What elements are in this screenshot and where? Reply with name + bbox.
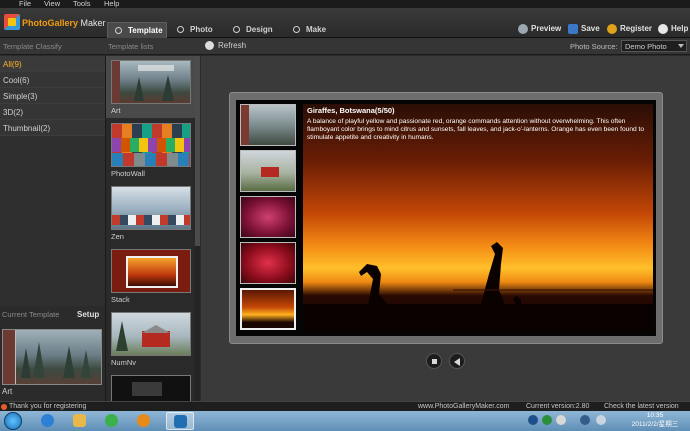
clock-time: 10:35 xyxy=(646,412,664,419)
folder-icon xyxy=(73,414,86,427)
start-button[interactable] xyxy=(4,412,22,430)
save-button[interactable]: Save xyxy=(568,24,600,34)
template-item-numnv[interactable]: NumNv xyxy=(106,308,196,370)
template-thumbnail xyxy=(111,186,191,230)
sub-toolbar: Template Classify Template lists Refresh… xyxy=(0,38,690,55)
tab-template[interactable]: Template xyxy=(107,22,167,38)
info-icon xyxy=(1,404,7,410)
template-thumbnail xyxy=(111,375,191,401)
taskbar-explorer[interactable] xyxy=(66,412,94,430)
status-bar: Thank you for registering www.PhotoGalle… xyxy=(0,401,690,411)
category-item-3d[interactable]: 3D(2) xyxy=(0,104,105,120)
help-button[interactable]: Help xyxy=(658,24,688,34)
save-icon xyxy=(568,24,578,34)
photogallerymaker-icon xyxy=(174,415,187,428)
template-item-art[interactable]: Art xyxy=(106,56,196,118)
stop-button[interactable] xyxy=(426,353,442,369)
app-name: PhotoGallery Maker xyxy=(22,18,106,28)
filmstrip-thumb[interactable] xyxy=(240,242,296,284)
category-item-all[interactable]: All(9) xyxy=(0,56,105,72)
tab-design[interactable]: Design xyxy=(226,22,284,38)
menu-file[interactable]: File xyxy=(19,0,31,8)
tab-photo[interactable]: Photo xyxy=(170,22,220,38)
template-list-scrollbar[interactable] xyxy=(195,56,200,401)
template-list: Art PhotoWall Zen Stack NumNv xyxy=(105,56,196,401)
gallery-stage: Giraffes, Botswana(5/50) A balance of pl… xyxy=(236,100,656,336)
website-link[interactable]: www.PhotoGalleryMaker.com xyxy=(418,403,509,410)
refresh-button[interactable]: Refresh xyxy=(205,41,246,50)
register-icon xyxy=(607,24,617,34)
current-template-label: Current Template xyxy=(2,310,60,319)
current-template-name: Art xyxy=(2,387,13,396)
caption-body: A balance of playful yellow and passiona… xyxy=(307,118,644,142)
template-item-stack[interactable]: Stack xyxy=(106,245,196,307)
app-header: PhotoGallery Maker Template Photo Design… xyxy=(0,8,690,38)
scrollbar-thumb[interactable] xyxy=(195,56,200,246)
template-item-zen[interactable]: Zen xyxy=(106,182,196,244)
preview-button[interactable]: Preview xyxy=(518,24,561,34)
volume-button[interactable] xyxy=(449,353,465,369)
tray-icon[interactable] xyxy=(556,415,566,425)
category-list: All(9) Cool(6) Simple(3) 3D(2) Thumbnail… xyxy=(0,56,105,306)
current-template-thumbnail xyxy=(2,329,102,385)
menu-tools[interactable]: Tools xyxy=(73,0,91,8)
photo-source-label: Photo Source: xyxy=(570,42,618,51)
tray-icon[interactable] xyxy=(542,415,552,425)
menu-help[interactable]: Help xyxy=(104,0,119,8)
menu-bar: File View Tools Help xyxy=(0,0,690,8)
template-thumbnail xyxy=(111,249,191,293)
current-version: Current version:2.80 xyxy=(526,403,590,410)
taskbar-ie[interactable] xyxy=(34,412,62,430)
template-thumbnail xyxy=(111,312,191,356)
photo-source-select[interactable]: Demo Photo xyxy=(621,40,687,52)
main-photo: Giraffes, Botswana(5/50) A balance of pl… xyxy=(303,104,653,332)
menu-view[interactable]: View xyxy=(44,0,60,8)
status-message: Thank you for registering xyxy=(9,403,87,410)
refresh-icon xyxy=(205,41,214,50)
template-item-partial[interactable] xyxy=(106,371,196,401)
help-icon xyxy=(658,24,668,34)
template-classify-label: Template Classify xyxy=(3,42,62,51)
taskbar-clock[interactable]: 10:35 2011/2/2/星期三 xyxy=(622,411,688,429)
clock-date: 2011/2/2/星期三 xyxy=(631,421,679,428)
gallery-frame: Giraffes, Botswana(5/50) A balance of pl… xyxy=(229,92,663,344)
taskbar-media[interactable] xyxy=(98,412,126,430)
taskbar-photogallerymaker[interactable] xyxy=(166,412,194,430)
preview-area: Giraffes, Botswana(5/50) A balance of pl… xyxy=(201,56,690,401)
tab-make[interactable]: Make xyxy=(286,22,336,38)
ie-icon xyxy=(41,414,54,427)
template-thumbnail xyxy=(111,123,191,167)
template-lists-label: Template lists xyxy=(108,42,154,51)
preview-icon xyxy=(518,24,528,34)
volume-icon[interactable] xyxy=(596,415,606,425)
category-item-cool[interactable]: Cool(6) xyxy=(0,72,105,88)
app-logo-icon xyxy=(4,14,20,30)
make-icon xyxy=(293,26,300,33)
network-icon[interactable] xyxy=(580,415,590,425)
taskbar-player[interactable] xyxy=(130,412,158,430)
filmstrip-thumb-selected[interactable] xyxy=(240,288,296,330)
setup-button[interactable]: Setup xyxy=(77,310,99,319)
template-icon xyxy=(115,27,122,34)
template-thumbnail xyxy=(111,60,191,104)
photo-icon xyxy=(177,26,184,33)
chevron-down-icon xyxy=(678,44,684,48)
category-item-simple[interactable]: Simple(3) xyxy=(0,88,105,104)
caption-title: Giraffes, Botswana(5/50) xyxy=(307,106,395,115)
check-version-link[interactable]: Check the latest version xyxy=(604,403,679,410)
design-icon xyxy=(233,26,240,33)
template-item-photowall[interactable]: PhotoWall xyxy=(106,119,196,181)
windows-taskbar: 10:35 2011/2/2/星期三 xyxy=(0,411,690,431)
player-icon xyxy=(137,414,150,427)
media-player-icon xyxy=(105,414,118,427)
category-item-thumbnail[interactable]: Thumbnail(2) xyxy=(0,120,105,136)
register-button[interactable]: Register xyxy=(607,24,652,34)
filmstrip-thumb[interactable] xyxy=(240,150,296,192)
filmstrip-thumb[interactable] xyxy=(240,104,296,146)
tray-icon[interactable] xyxy=(528,415,538,425)
filmstrip-thumb[interactable] xyxy=(240,196,296,238)
